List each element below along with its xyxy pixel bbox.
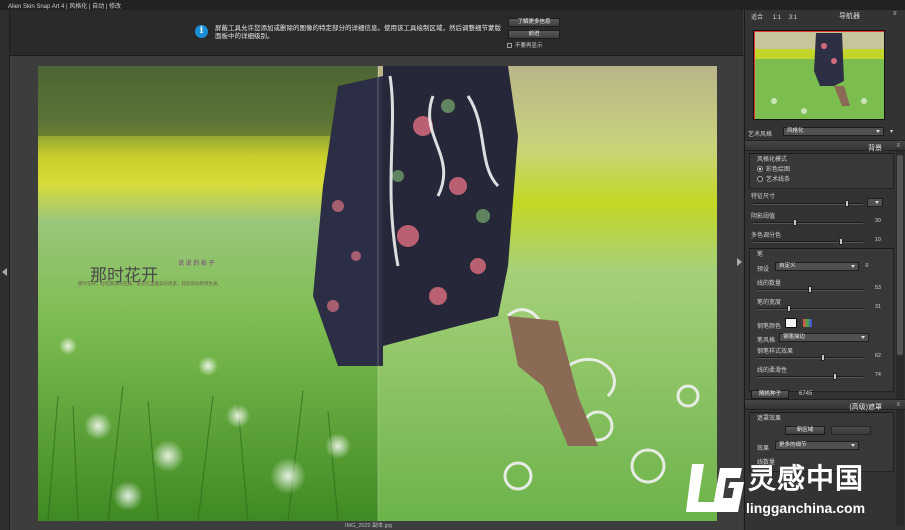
stylize-mode-title: 风格化模式 — [757, 157, 788, 163]
info-message: 屏蔽工具允许您添加或删除的图像的特定部分的详细信息。使用该工具绘制区域，然后调整… — [215, 25, 501, 40]
lg-logo-icon — [686, 464, 744, 512]
radio-on[interactable] — [757, 166, 763, 173]
art-style-label: 艺术风格 — [748, 132, 773, 138]
slider-knob[interactable] — [792, 219, 797, 226]
watermark-logo: 灵感中国 lingganchina.com — [684, 458, 884, 524]
feature-size-label: 特征尺寸 — [751, 194, 776, 200]
preset-label: 预设 — [757, 267, 770, 273]
app-title: Alien Skin Snap Art 4 | 风格化 | 自动 | 修改 — [8, 4, 122, 10]
pen-width-slider[interactable] — [757, 305, 863, 312]
slider-knob[interactable] — [839, 238, 843, 245]
multi-color-label: 多色调分色 — [751, 233, 782, 239]
next-button[interactable]: 前进 — [508, 30, 560, 39]
line-count-label: 线的数量 — [757, 281, 782, 287]
learn-more-button[interactable]: 了解更多信息 — [508, 18, 560, 27]
watermark-brand: 灵感中国 — [748, 462, 865, 495]
pen-group-title: 笔 — [757, 252, 764, 258]
style-effect-slider[interactable] — [757, 354, 863, 361]
zoom-1-1[interactable]: 1:1 — [773, 15, 781, 21]
art-style-menu-icon[interactable]: ▾ — [890, 128, 905, 135]
chevron-left-icon[interactable] — [2, 268, 7, 276]
pen-color-swatch[interactable] — [785, 318, 797, 328]
mode-line-art-radio[interactable]: 艺术线条 — [757, 174, 790, 183]
radio-off[interactable] — [757, 176, 763, 183]
line-count-slider[interactable] — [757, 286, 863, 293]
overlay-caption: 那时花开，轻轻飘落的花瓣，是记忆里最美的风景。轻轻风动摇曳生姿。 — [78, 281, 222, 286]
zoom-3-1[interactable]: 3:1 — [789, 15, 797, 21]
pen-color-label: 钢笔颜色 — [757, 324, 782, 330]
style-effect-label: 钢笔样式效果 — [757, 349, 794, 355]
feature-size-toggle[interactable] — [867, 198, 883, 207]
mask-effect-title: 遮罩效果 — [757, 416, 782, 422]
mode-color-label: 彩色绘图 — [766, 167, 791, 173]
pen-width-label: 笔的宽度 — [757, 300, 782, 306]
multi-color-value: 10 — [874, 237, 881, 243]
info-bar: i 屏蔽工具允许您添加或删除的图像的特定部分的详细信息。使用该工具绘制区域，然后… — [10, 10, 743, 56]
mask-header-title: (高级)遮罩 — [849, 404, 882, 411]
navigator-thumbnail[interactable] — [753, 30, 885, 120]
watermark-url: lingganchina.com — [746, 500, 866, 516]
background-menu-icon[interactable]: ≡ — [896, 143, 900, 149]
style-effect-value: 62 — [874, 353, 881, 359]
feature-size-slider[interactable] — [753, 200, 863, 207]
pen-style-label: 笔风格 — [757, 338, 776, 344]
dont-show-label: 不要再显示 — [515, 43, 543, 49]
multi-color-slider[interactable] — [753, 238, 863, 245]
mask-menu-icon[interactable]: ≡ — [896, 402, 900, 408]
preset-menu-icon[interactable]: ≡ — [865, 263, 905, 269]
line-count-value: 53 — [874, 285, 881, 291]
mask-effect-dropdown[interactable]: 更多的细节 — [775, 441, 859, 450]
preset-dropdown[interactable]: 自定义 — [775, 262, 859, 271]
left-collapse-strip[interactable] — [0, 10, 10, 530]
threshold-label: 阴影阈值 — [751, 214, 776, 220]
panel-menu-icon[interactable]: ≡ — [893, 11, 905, 17]
threshold-slider[interactable] — [753, 219, 863, 226]
random-seed-value: 6745 — [799, 391, 813, 397]
color-picker-icon[interactable] — [803, 319, 812, 327]
line-smooth-value: 74 — [874, 372, 881, 378]
second-area-button[interactable] — [831, 426, 871, 435]
panel-scrollbar[interactable] — [896, 151, 904, 526]
zoom-fit[interactable]: 适合 — [751, 15, 763, 21]
line-smooth-slider[interactable] — [757, 373, 863, 380]
background-section-header[interactable]: 背景 ≡ — [745, 140, 905, 152]
title-bar: Alien Skin Snap Art 4 | 风格化 | 自动 | 修改 — [0, 0, 905, 10]
mode-color-drawing-radio[interactable]: 彩色绘图 — [757, 164, 790, 173]
info-icon: i — [195, 25, 208, 38]
overlay-subtitle: 说 说 的 影 子 — [178, 261, 215, 267]
pen-style-dropdown[interactable]: 钢笔描边 — [779, 333, 869, 342]
mask-effect-label: 效果 — [757, 446, 770, 452]
preview-illustration — [38, 66, 717, 521]
scrollbar-thumb[interactable] — [897, 155, 903, 355]
art-style-dropdown[interactable]: 风格化 — [783, 127, 884, 136]
slider-knob[interactable] — [786, 305, 791, 312]
dont-show-checkbox[interactable]: 不要再显示 — [507, 41, 543, 49]
file-name: IMG_2022 副本.jpg — [345, 523, 393, 529]
pen-width-value: 31 — [874, 304, 881, 310]
background-header-title: 背景 — [868, 145, 882, 152]
new-area-button[interactable]: 新区域 — [785, 426, 825, 435]
slider-knob[interactable] — [833, 373, 838, 380]
line-smooth-label: 线的柔滑性 — [757, 368, 788, 374]
checkbox-box[interactable] — [507, 43, 512, 49]
navigator-preview — [754, 31, 884, 119]
settings-panel: 适合 1:1 3:1 导航器 ≡ 艺术风格 风格化 ▾ 背景 ≡ 风格化模式 彩… — [744, 10, 905, 530]
slider-knob[interactable] — [820, 354, 825, 361]
chevron-right-icon[interactable] — [737, 258, 742, 266]
mode-line-label: 艺术线条 — [766, 177, 791, 183]
preview-image[interactable]: 那时花开 说 说 的 影 子 那时花开，轻轻飘落的花瓣，是记忆里最美的风景。轻轻… — [38, 66, 717, 521]
random-seed-button[interactable]: 随机种子 — [751, 390, 789, 399]
slider-knob[interactable] — [844, 200, 849, 207]
mask-section-header[interactable]: (高级)遮罩 ≡ — [745, 399, 905, 411]
slider-knob[interactable] — [808, 286, 812, 293]
threshold-value: 30 — [874, 218, 881, 224]
